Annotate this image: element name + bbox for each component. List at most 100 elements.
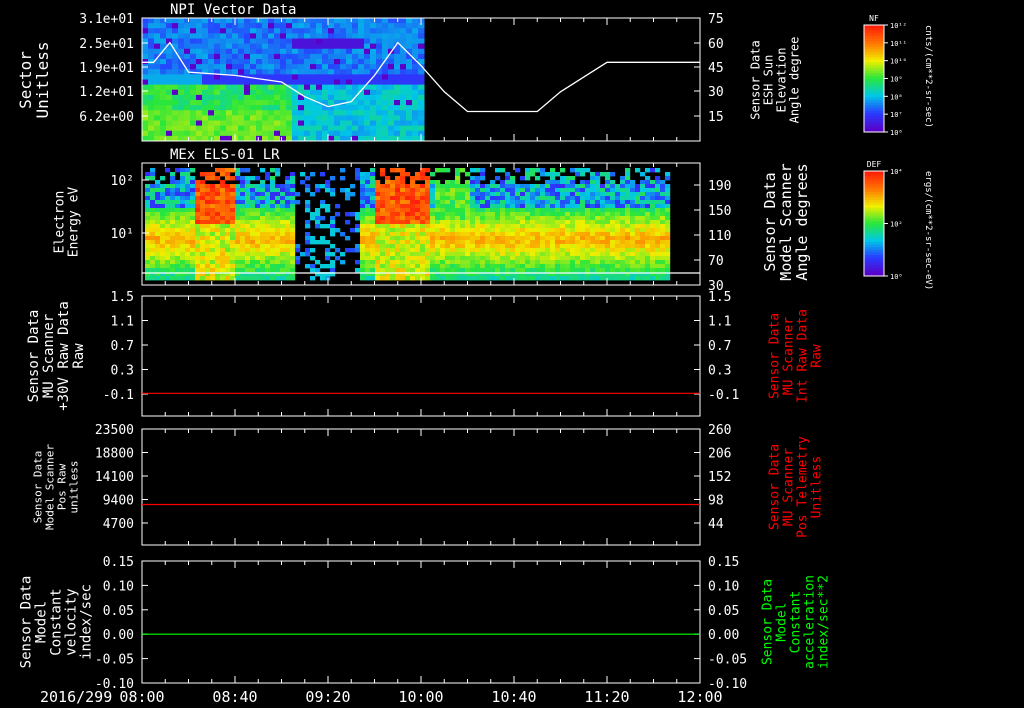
heatmap-cell [360, 216, 366, 221]
heatmap-cell [410, 200, 416, 205]
heatmap-cell [195, 240, 201, 245]
heatmap-cell [415, 264, 421, 269]
heatmap-cell [385, 188, 391, 193]
heatmap-cell [650, 184, 656, 189]
heatmap-cell [275, 260, 281, 265]
heatmap-cell [600, 196, 606, 201]
axis-label-line: Sensor Data [26, 310, 42, 403]
heatmap-cell [184, 110, 191, 116]
heatmap-cell [145, 188, 151, 193]
heatmap-cell [610, 212, 616, 217]
heatmap-cell [376, 53, 383, 60]
heatmap-cell [328, 38, 335, 45]
heatmap-cell [415, 240, 421, 245]
heatmap-cell [570, 260, 576, 265]
heatmap-cell [610, 240, 616, 245]
heatmap-cell [346, 43, 353, 50]
heatmap-cell [292, 79, 299, 86]
heatmap-cell [220, 33, 227, 39]
heatmap-cell [510, 240, 516, 245]
heatmap-cell [328, 115, 335, 121]
heatmap-cell [364, 100, 371, 106]
heatmap-cell [440, 196, 446, 201]
heatmap-cell [406, 18, 413, 24]
heatmap-cell [280, 260, 286, 265]
heatmap-cell [505, 236, 511, 241]
heatmap-cell [334, 79, 341, 86]
heatmap-cell [232, 94, 239, 101]
heatmap-cell [210, 172, 216, 177]
heatmap-cell [290, 232, 296, 237]
heatmap-cell [235, 232, 241, 237]
heatmap-cell [202, 79, 209, 86]
heatmap-cell [370, 188, 376, 193]
panel-2-title: MEx ELS-01 LR [170, 147, 280, 163]
heatmap-cell [395, 168, 401, 173]
heatmap-cell [185, 236, 191, 241]
heatmap-cell [625, 264, 631, 269]
heatmap-cell [202, 64, 209, 70]
heatmap-cell [412, 120, 419, 127]
heatmap-cell [286, 38, 293, 45]
heatmap-cell [330, 224, 336, 229]
heatmap-cell [400, 125, 407, 132]
heatmap-cell [545, 208, 551, 213]
heatmap-cell [214, 74, 221, 80]
heatmap-cell [365, 244, 371, 249]
heatmap-cell [148, 94, 155, 101]
heatmap-cell [575, 240, 581, 245]
heatmap-cell [268, 64, 275, 70]
heatmap-cell [225, 276, 231, 281]
heatmap-cell [600, 208, 606, 213]
heatmap-cell [345, 220, 351, 225]
heatmap-cell [165, 248, 171, 253]
heatmap-cell [480, 224, 486, 229]
heatmap-cell [208, 94, 215, 101]
heatmap-cell [400, 172, 406, 177]
heatmap-cell [256, 110, 263, 116]
heatmap-cell [470, 220, 476, 225]
heatmap-cell [160, 248, 166, 253]
heatmap-cell [250, 23, 257, 29]
heatmap-cell [330, 216, 336, 221]
heatmap-cell [505, 184, 511, 189]
heatmap-cell [202, 84, 209, 91]
heatmap-cell [535, 168, 541, 173]
panel-1-title: NPI Vector Data [170, 2, 296, 18]
heatmap-cell [440, 236, 446, 241]
heatmap-cell [180, 228, 186, 233]
heatmap-cell [150, 172, 156, 177]
heatmap-cell [450, 232, 456, 237]
heatmap-cell [455, 196, 461, 201]
heatmap-cell [660, 264, 666, 269]
heatmap-cell [190, 120, 197, 127]
heatmap-cell [412, 84, 419, 91]
heatmap-cell [500, 200, 506, 205]
heatmap-cell [175, 236, 181, 241]
heatmap-cell [385, 204, 391, 209]
heatmap-cell [208, 120, 215, 127]
heatmap-cell [505, 264, 511, 269]
heatmap-cell [560, 236, 566, 241]
heatmap-cell [226, 94, 233, 101]
heatmap-cell [405, 260, 411, 265]
heatmap-cell [200, 188, 206, 193]
heatmap-cell [172, 64, 179, 70]
heatmap-cell [525, 220, 531, 225]
heatmap-cell [465, 196, 471, 201]
heatmap-cell [475, 180, 481, 185]
heatmap-cell [430, 180, 436, 185]
heatmap-cell [292, 28, 299, 34]
y-tick-label-left: -0.1 [103, 388, 134, 403]
heatmap-cell [415, 260, 421, 265]
heatmap-cell [226, 130, 233, 137]
heatmap-cell [390, 224, 396, 229]
heatmap-cell [660, 204, 666, 209]
heatmap-cell [530, 172, 536, 177]
heatmap-cell [412, 105, 419, 111]
heatmap-cell [625, 224, 631, 229]
heatmap-cell [535, 204, 541, 209]
heatmap-cell [160, 125, 167, 132]
heatmap-cell [595, 232, 601, 237]
heatmap-cell [475, 232, 481, 237]
